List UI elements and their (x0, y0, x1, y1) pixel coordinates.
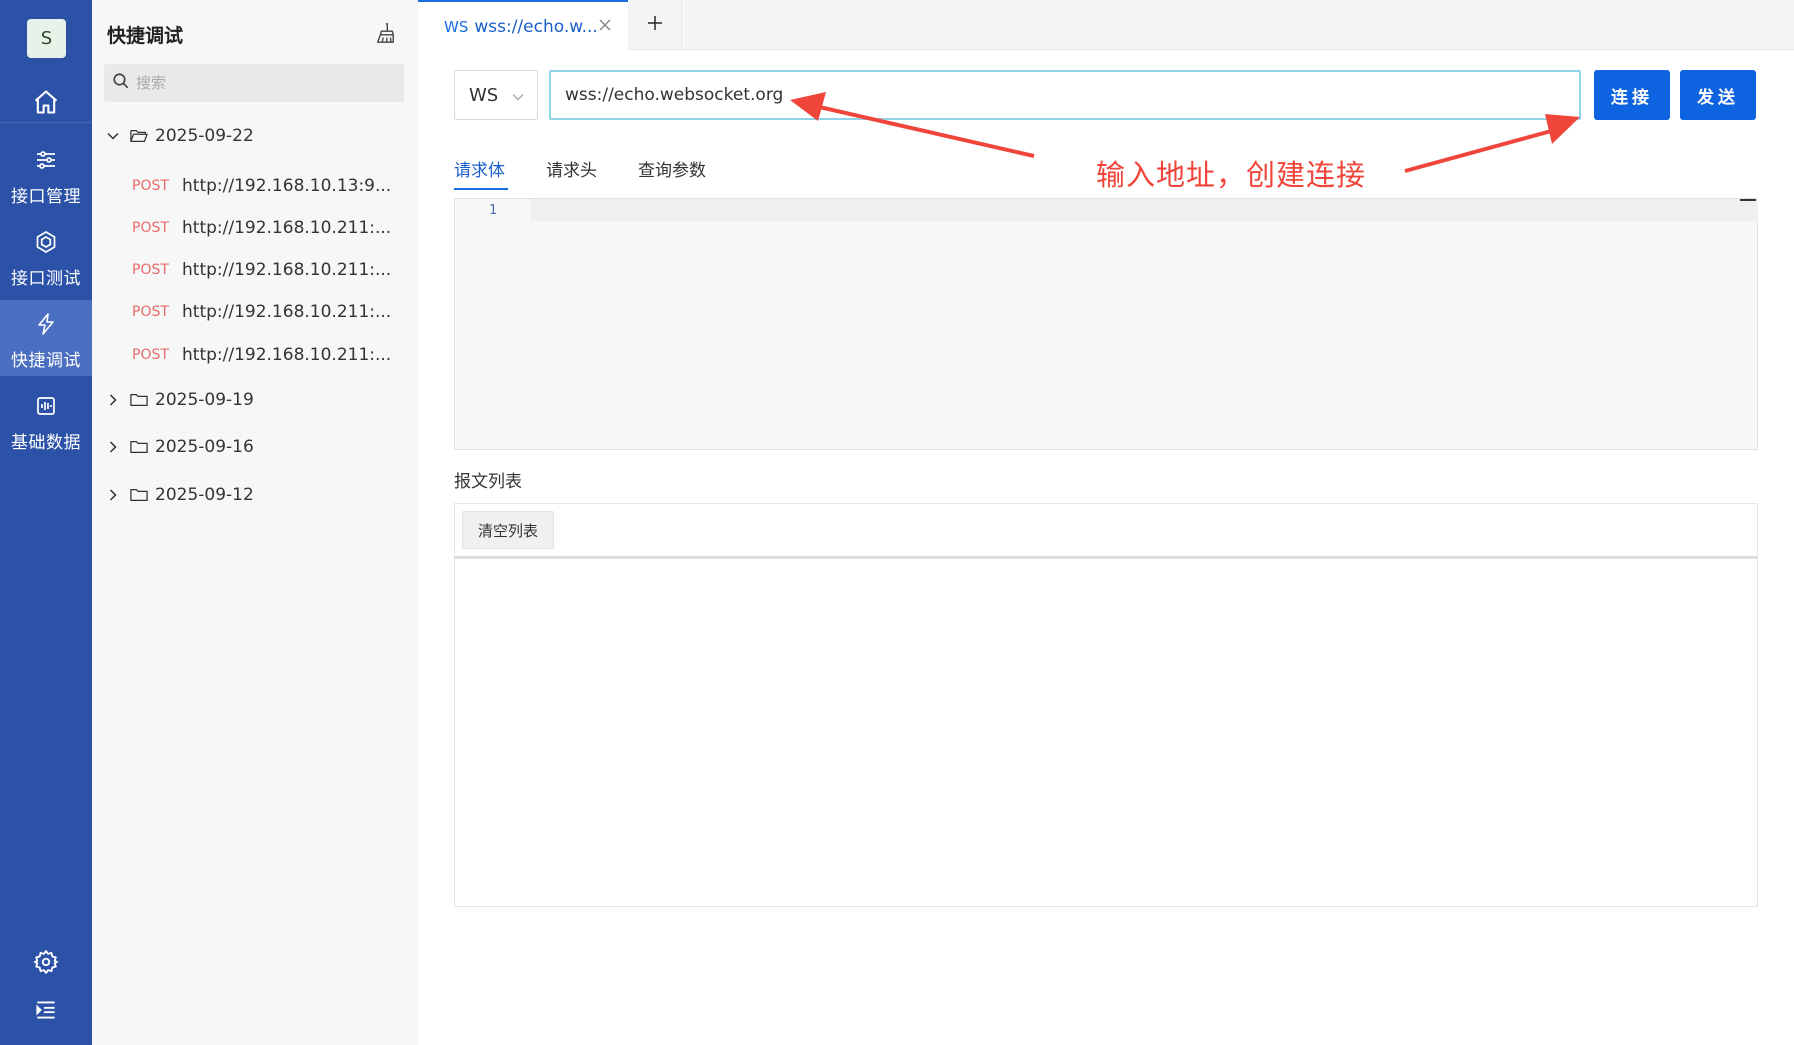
line-number: 1 (489, 203, 497, 218)
tab-bar: WS wss://echo.w... (418, 0, 1794, 51)
protocol-value: WS (469, 84, 499, 106)
left-nav: S 接口管理 接口测试 快捷调试 基础数据 (0, 0, 92, 1045)
search-box[interactable] (104, 64, 404, 102)
tab-query-params[interactable]: 查询参数 (638, 156, 706, 181)
protocol-select[interactable]: WS (454, 70, 538, 120)
nav-item-label: 快捷调试 (11, 351, 81, 371)
nav-item-label: 接口管理 (11, 187, 81, 207)
request-url: http://192.168.10.211:... (182, 345, 392, 365)
chevron-right-icon (106, 440, 120, 454)
body-editor[interactable]: 1 (454, 198, 1758, 450)
connect-button[interactable]: 连接 (1594, 70, 1670, 120)
folder-label: 2025-09-19 (155, 390, 254, 410)
tree-folder[interactable]: 2025-09-22 (106, 126, 254, 146)
tree-folder[interactable]: 2025-09-19 (106, 390, 254, 410)
nav-divider (0, 122, 92, 123)
tab-title: wss://echo.w... (474, 16, 598, 37)
request-item[interactable]: POST http://192.168.10.211:... (132, 302, 391, 322)
plus-icon (646, 14, 664, 36)
folder-icon (130, 392, 148, 408)
send-button[interactable]: 发送 (1680, 70, 1756, 120)
request-item[interactable]: POST http://192.168.10.211:... (132, 218, 391, 238)
home-icon[interactable] (28, 84, 64, 120)
method-badge: POST (132, 262, 169, 278)
active-tab-indicator (454, 188, 508, 190)
nav-item-label: 基础数据 (11, 433, 81, 453)
folder-icon (130, 487, 148, 503)
nav-item-quick-debug[interactable]: 快捷调试 (0, 300, 92, 376)
folder-label: 2025-09-22 (155, 126, 254, 146)
folder-label: 2025-09-12 (155, 485, 254, 505)
message-toolbar: 清空列表 (454, 503, 1758, 557)
request-item[interactable]: POST http://192.168.10.211:... (132, 260, 391, 280)
nav-item-api-management[interactable]: 接口管理 (0, 136, 92, 212)
folder-label: 2025-09-16 (155, 437, 254, 457)
search-icon (112, 72, 130, 94)
tab-request-body[interactable]: 请求体 (454, 156, 505, 181)
request-item[interactable]: POST http://192.168.10.13:9... (132, 176, 391, 196)
debug-tree-panel: 快捷调试 2025-09-22 POST http://192.168.10.1… (92, 0, 418, 1045)
chevron-down-icon (106, 129, 120, 143)
gear-icon[interactable] (28, 944, 64, 980)
add-tab-button[interactable] (628, 0, 682, 50)
close-icon[interactable] (598, 17, 612, 31)
search-input[interactable] (136, 74, 376, 92)
folder-open-icon (130, 128, 148, 144)
avatar[interactable]: S (27, 19, 66, 58)
method-badge: POST (132, 347, 169, 363)
request-url: http://192.168.10.211:... (182, 260, 392, 280)
chevron-down-icon (511, 88, 525, 109)
broom-icon[interactable] (372, 20, 398, 46)
tree-folder[interactable]: 2025-09-16 (106, 437, 254, 457)
nav-item-api-test[interactable]: 接口测试 (0, 218, 92, 294)
tab-request-headers[interactable]: 请求头 (546, 156, 597, 181)
request-item[interactable]: POST http://192.168.10.211:... (132, 345, 391, 365)
tree-folder[interactable]: 2025-09-12 (106, 485, 254, 505)
request-url: http://192.168.10.211:... (182, 302, 392, 322)
editor-current-line (530, 199, 1758, 221)
arrow-to-connect (1404, 114, 1580, 173)
menu-indent-icon[interactable] (28, 992, 64, 1028)
nav-item-label: 接口测试 (11, 269, 81, 289)
message-list-title: 报文列表 (454, 472, 522, 492)
method-badge: POST (132, 220, 169, 236)
panel-title: 快捷调试 (107, 25, 184, 47)
nav-item-base-data[interactable]: 基础数据 (0, 382, 92, 458)
chevron-right-icon (106, 488, 120, 502)
chevron-right-icon (106, 393, 120, 407)
tab-type-badge: WS (444, 17, 469, 36)
folder-icon (130, 439, 148, 455)
request-url: http://192.168.10.13:9... (182, 176, 392, 196)
url-input[interactable] (549, 70, 1581, 120)
sliders-icon (34, 148, 58, 176)
editor-gutter (455, 199, 530, 449)
method-badge: POST (132, 304, 169, 320)
tab-active[interactable]: WS wss://echo.w... (418, 0, 628, 51)
lightning-icon (34, 312, 58, 340)
hexagon-icon (34, 230, 58, 258)
message-list[interactable] (454, 557, 1758, 907)
annotation-text: 输入地址，创建连接 (1096, 158, 1367, 192)
clear-list-button[interactable]: 清空列表 (462, 511, 554, 549)
minimize-icon[interactable] (1740, 199, 1756, 201)
method-badge: POST (132, 178, 169, 194)
data-icon (34, 394, 58, 422)
request-url: http://192.168.10.211:... (182, 218, 392, 238)
